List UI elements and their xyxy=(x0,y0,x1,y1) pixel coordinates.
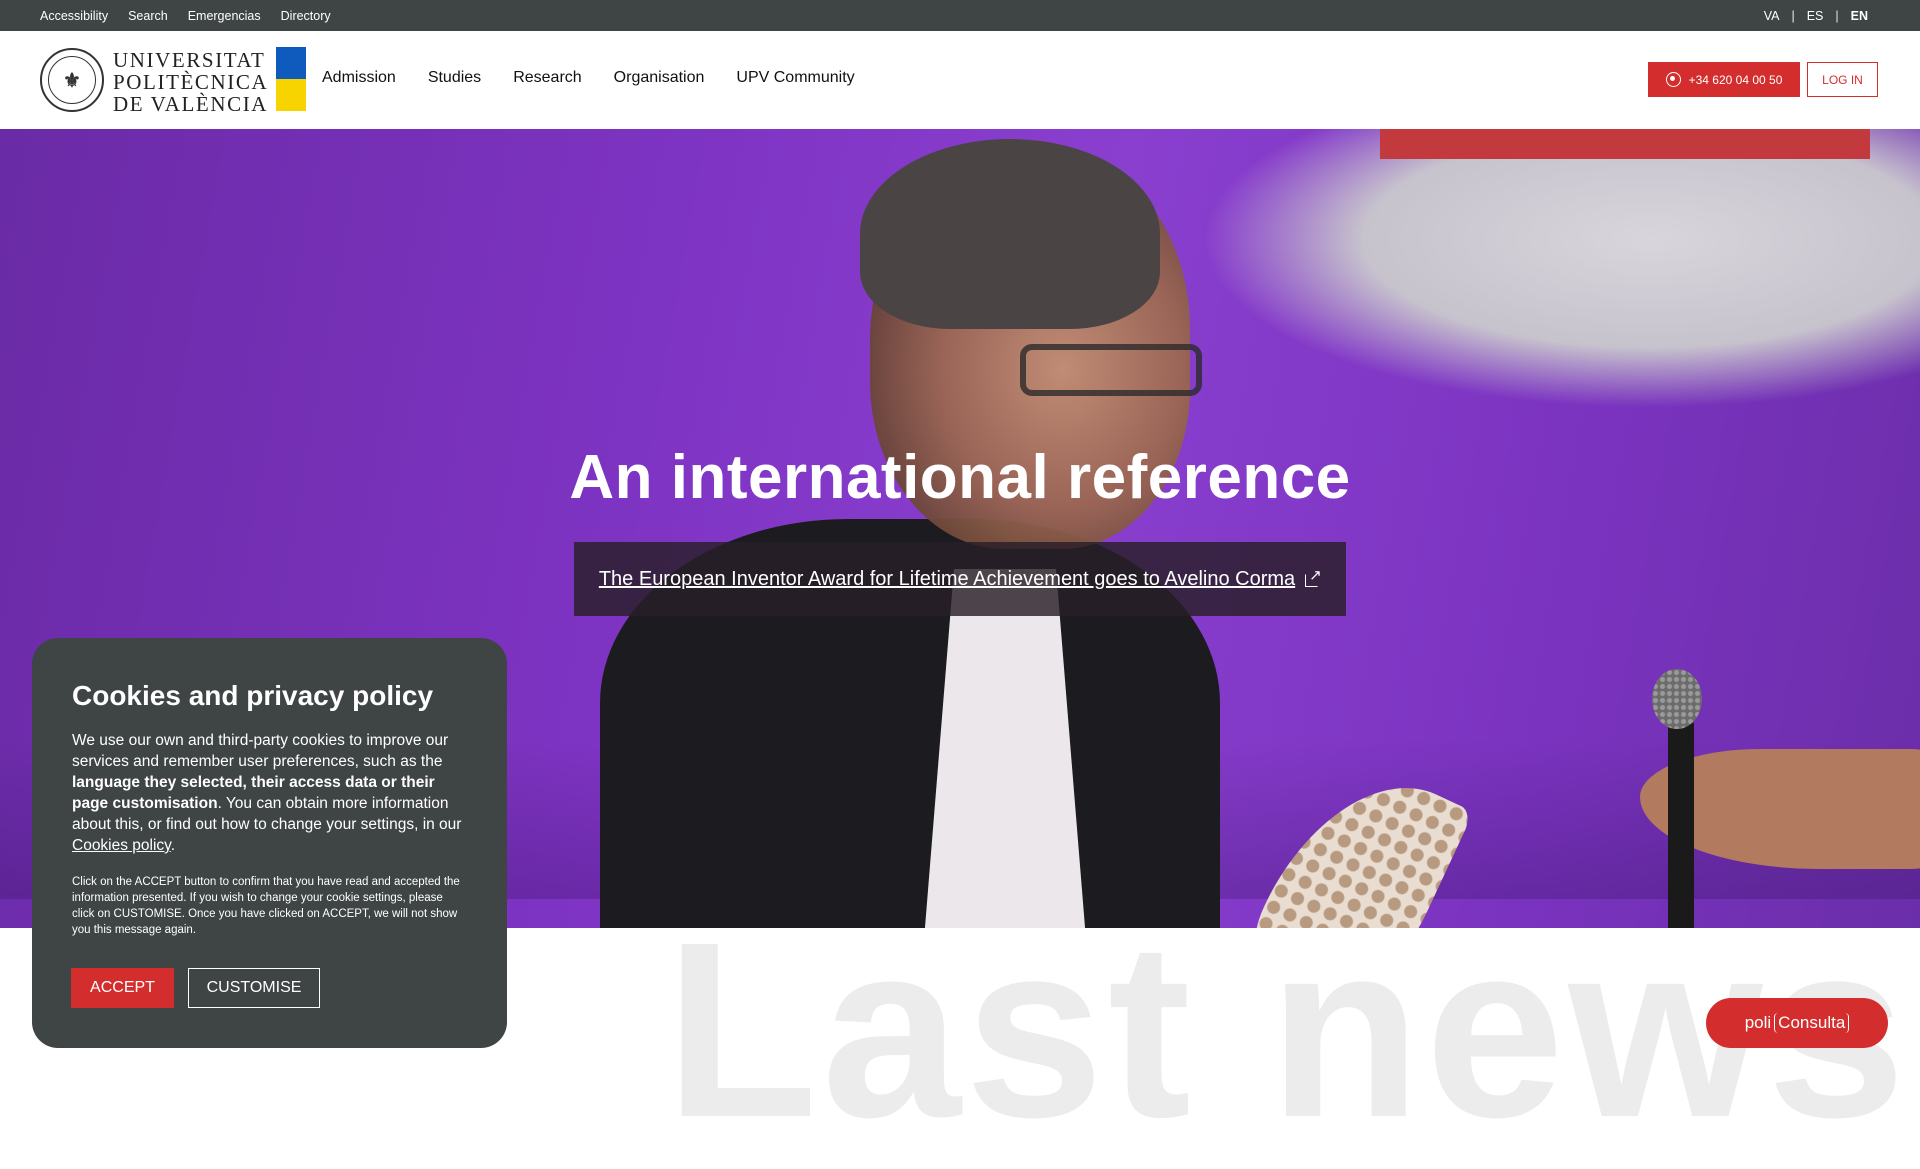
external-link-icon xyxy=(1305,566,1322,587)
stage-red-strip xyxy=(1380,129,1870,159)
cookie-title: Cookies and privacy policy xyxy=(72,680,434,711)
university-logo-text[interactable]: UNIVERSITAT POLITÈCNICA DE VALÈNCIA xyxy=(113,49,268,115)
site-header: ⚜ UNIVERSITAT POLITÈCNICA DE VALÈNCIA Ad… xyxy=(0,31,1920,129)
customise-button[interactable]: CUSTOMISE xyxy=(188,968,320,1008)
nav-research[interactable]: Research xyxy=(513,69,581,87)
poli-name: Consulta xyxy=(1774,1013,1850,1033)
university-seal-icon[interactable]: ⚜ xyxy=(40,48,104,112)
whatsapp-icon xyxy=(1665,72,1681,87)
language-va[interactable]: VA xyxy=(1764,9,1780,23)
stage-light xyxy=(1200,129,1920,409)
directory-link[interactable]: Directory xyxy=(281,9,331,23)
language-separator: | xyxy=(1791,9,1795,23)
search-link[interactable]: Search xyxy=(128,9,168,23)
main-navigation: Admission Studies Research Organisation … xyxy=(322,69,855,87)
emergencias-link[interactable]: Emergencias xyxy=(188,9,261,23)
top-utility-bar: Accessibility Search Emergencias Directo… xyxy=(0,0,1920,31)
person-hair xyxy=(860,139,1160,329)
policonsulta-button[interactable]: poli Consulta xyxy=(1706,998,1888,1048)
language-separator: | xyxy=(1835,9,1839,23)
phone-number: +34 620 04 00 50 xyxy=(1688,72,1783,87)
hero-link-text: The European Inventor Award for Lifetime… xyxy=(598,567,1296,590)
hero-title: An international reference xyxy=(569,443,1351,512)
cookie-dialog: Cookies and privacy policy We use our ow… xyxy=(32,638,507,1048)
whatsapp-phone-button[interactable]: +34 620 04 00 50 xyxy=(1648,62,1800,97)
cookie-instructions: Click on the ACCEPT button to confirm th… xyxy=(72,876,460,936)
hero-news-link[interactable]: The European Inventor Award for Lifetime… xyxy=(574,542,1346,616)
logo-line-1: UNIVERSITAT xyxy=(113,48,266,72)
cookie-actions: ACCEPT CUSTOMISE xyxy=(71,968,320,1008)
utility-links: Accessibility Search Emergencias Directo… xyxy=(40,9,331,23)
language-switcher: VA | ES | EN xyxy=(1764,9,1868,23)
nav-upv-community[interactable]: UPV Community xyxy=(736,69,854,87)
nav-studies[interactable]: Studies xyxy=(428,69,481,87)
nav-organisation[interactable]: Organisation xyxy=(614,69,705,87)
cookie-description: We use our own and third-party cookies t… xyxy=(72,730,467,856)
nav-admission[interactable]: Admission xyxy=(322,69,396,87)
language-en[interactable]: EN xyxy=(1851,9,1868,23)
cookies-policy-link[interactable]: Cookies policy xyxy=(72,837,171,854)
poli-prefix: poli xyxy=(1744,1013,1772,1032)
microphone-icon xyxy=(1652,669,1702,729)
language-es[interactable]: ES xyxy=(1807,9,1824,23)
accept-button[interactable]: ACCEPT xyxy=(71,968,174,1008)
seal-inner: ⚜ xyxy=(48,56,96,104)
person-glasses xyxy=(1020,344,1202,396)
logo-line-2: POLITÈCNICA xyxy=(113,70,269,94)
ukraine-flag-icon xyxy=(276,47,306,111)
cookie-text-1: We use our own and third-party cookies t… xyxy=(72,732,449,770)
cookie-text-3: . xyxy=(170,837,176,854)
accessibility-link[interactable]: Accessibility xyxy=(40,9,108,23)
login-button[interactable]: LOG IN xyxy=(1807,62,1878,97)
logo-line-3: DE VALÈNCIA xyxy=(113,92,269,116)
